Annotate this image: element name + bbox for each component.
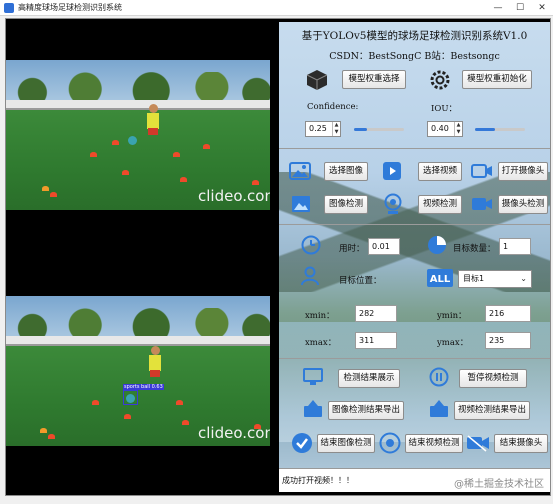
time-value: 0.01 [368, 238, 400, 255]
time-label: 用时： [339, 244, 365, 254]
status-bar: 成功打开视频！！！ @稀土掘金技术社区 [279, 468, 550, 492]
divider [279, 148, 550, 149]
footer-watermark: @稀土掘金技术社区 [454, 479, 544, 490]
iou-spinbox[interactable]: 0.40 ▲ ▼ [427, 121, 463, 137]
window-title: 高精度球场足球检测识别系统 [18, 3, 122, 12]
pause-video-button[interactable]: 暂停视频检测 [459, 369, 527, 388]
original-video-pane: clideo.com [6, 22, 270, 246]
target-position-label: 目标位置： [339, 276, 382, 286]
all-targets-icon: ALL [427, 269, 453, 287]
end-image-detection-button[interactable]: 结束图像检测 [317, 434, 375, 453]
svg-text:ALL: ALL [430, 274, 451, 285]
select-image-button[interactable]: 选择图像 [324, 162, 368, 181]
control-panel: 基于YOLOv5模型的球场足球检测识别系统V1.0 CSDN：BestSongC… [279, 22, 550, 492]
iou-slider-fill [475, 128, 495, 131]
xmax-label: xmax： [305, 338, 337, 348]
export-video-results-button[interactable]: 视频检测结果导出 [454, 401, 530, 420]
ymin-value: 216 [485, 305, 531, 322]
export-icon [304, 400, 322, 417]
stop-circle-icon [379, 432, 401, 454]
export-icon [430, 400, 448, 417]
detection-label: sports ball 0.63 [123, 384, 164, 390]
camera-icon [471, 164, 492, 178]
user-location-icon [301, 266, 319, 286]
ymax-value: 235 [485, 332, 531, 349]
camera-detect-icon [472, 198, 492, 210]
image-detect-icon [292, 196, 310, 212]
chevron-down-icon: ⌄ [520, 274, 527, 283]
divider [279, 224, 550, 225]
init-weights-button[interactable]: 模型权重初始化 [462, 70, 532, 89]
detection-box [123, 390, 138, 405]
soccer-ball [128, 136, 137, 145]
author-credits: CSDN：BestSongC B站：Bestsongc [329, 51, 500, 62]
xmin-value: 282 [355, 305, 397, 322]
clock-icon [301, 235, 321, 255]
cube-icon [306, 70, 328, 90]
target-count-value: 1 [499, 238, 531, 255]
camera-detect-button[interactable]: 摄像头检测 [498, 195, 548, 214]
monitor-icon [303, 368, 323, 385]
detection-video-pane: sports ball 0.63 clideo.com [6, 258, 270, 484]
export-image-results-button[interactable]: 图像检测结果导出 [328, 401, 404, 420]
confidence-label: Confidence: [307, 102, 359, 112]
minimize-button[interactable]: — [487, 0, 509, 16]
xmin-label: xmin： [305, 311, 335, 321]
close-button[interactable]: ✕ [531, 0, 553, 16]
webcam-icon [384, 193, 402, 214]
app-icon [4, 3, 14, 13]
image-detect-button[interactable]: 图像检测 [324, 195, 368, 214]
video-watermark: clideo.com [198, 187, 270, 205]
open-camera-button[interactable]: 打开摄像头 [498, 162, 548, 181]
pie-chart-icon [428, 236, 446, 254]
pause-icon [429, 367, 449, 387]
target-select-dropdown[interactable]: 目标1 ⌄ [458, 270, 532, 288]
select-video-button[interactable]: 选择视频 [418, 162, 462, 181]
title-bar: 高精度球场足球检测识别系统 — ☐ ✕ [0, 0, 553, 16]
divider [279, 358, 550, 359]
check-circle-icon [292, 433, 312, 453]
video-play-icon [383, 162, 401, 180]
end-camera-button[interactable]: 结束摄像头 [494, 434, 548, 453]
player-figure [149, 104, 158, 113]
video-detect-button[interactable]: 视频检测 [418, 195, 462, 214]
video-frame-detected: sports ball 0.63 clideo.com [6, 296, 270, 446]
status-message: 成功打开视频！！！ [282, 476, 354, 485]
spin-arrows-icon[interactable]: ▲ ▼ [332, 122, 340, 136]
camera-off-icon [467, 435, 489, 452]
confidence-spinbox[interactable]: 0.25 ▲ ▼ [305, 121, 341, 137]
settings-gear-icon [430, 70, 450, 90]
confidence-slider[interactable] [354, 128, 404, 131]
select-weights-button[interactable]: 模型权重选择 [342, 70, 406, 89]
xmax-value: 311 [355, 332, 397, 349]
end-video-detection-button[interactable]: 结束视频检测 [405, 434, 463, 453]
maximize-button[interactable]: ☐ [509, 0, 531, 16]
video-frame-original: clideo.com [6, 60, 270, 210]
show-results-button[interactable]: 检测结果展示 [338, 369, 400, 388]
target-count-label: 目标数量： [453, 244, 496, 254]
player-figure [151, 346, 160, 355]
spin-arrows-icon[interactable]: ▲ ▼ [454, 122, 462, 136]
video-watermark: clideo.com [198, 424, 270, 442]
image-icon [289, 162, 311, 180]
app-heading: 基于YOLOv5模型的球场足球检测识别系统V1.0 [301, 30, 528, 42]
iou-label: IOU： [431, 104, 457, 114]
ymin-label: ymin： [437, 311, 467, 321]
ymax-label: ymax： [437, 338, 469, 348]
iou-slider[interactable] [475, 128, 525, 131]
confidence-slider-fill [354, 128, 367, 131]
